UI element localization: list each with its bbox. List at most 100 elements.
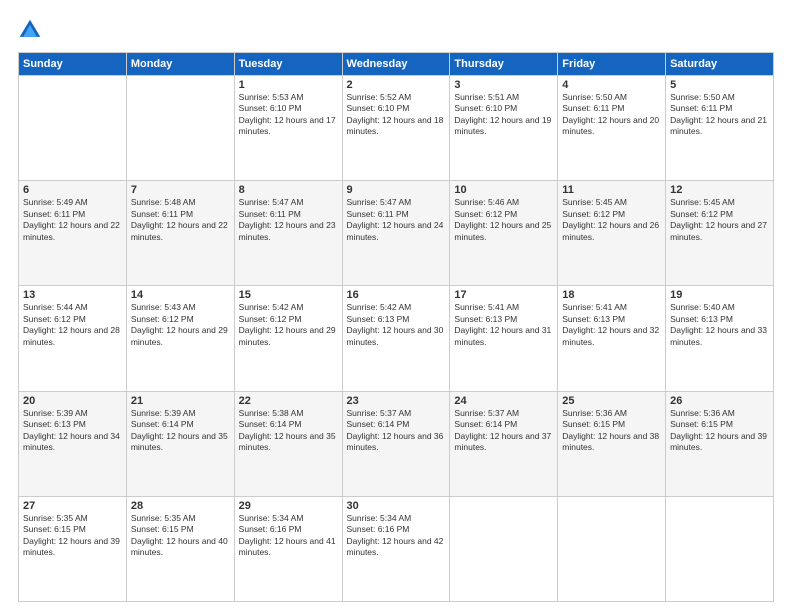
header [18, 18, 774, 42]
calendar-cell: 18Sunrise: 5:41 AMSunset: 6:13 PMDayligh… [558, 286, 666, 391]
calendar-header-row: SundayMondayTuesdayWednesdayThursdayFrid… [19, 53, 774, 76]
day-info: Sunrise: 5:34 AMSunset: 6:16 PMDaylight:… [347, 513, 446, 559]
day-of-week-header: Monday [126, 53, 234, 76]
day-info: Sunrise: 5:36 AMSunset: 6:15 PMDaylight:… [562, 408, 661, 454]
day-info: Sunrise: 5:42 AMSunset: 6:12 PMDaylight:… [239, 302, 338, 348]
calendar-cell: 14Sunrise: 5:43 AMSunset: 6:12 PMDayligh… [126, 286, 234, 391]
day-info: Sunrise: 5:37 AMSunset: 6:14 PMDaylight:… [454, 408, 553, 454]
day-info: Sunrise: 5:47 AMSunset: 6:11 PMDaylight:… [239, 197, 338, 243]
day-info: Sunrise: 5:39 AMSunset: 6:14 PMDaylight:… [131, 408, 230, 454]
day-number: 9 [347, 184, 446, 196]
calendar-cell: 25Sunrise: 5:36 AMSunset: 6:15 PMDayligh… [558, 391, 666, 496]
day-info: Sunrise: 5:42 AMSunset: 6:13 PMDaylight:… [347, 302, 446, 348]
calendar-cell: 17Sunrise: 5:41 AMSunset: 6:13 PMDayligh… [450, 286, 558, 391]
calendar-cell: 13Sunrise: 5:44 AMSunset: 6:12 PMDayligh… [19, 286, 127, 391]
day-info: Sunrise: 5:46 AMSunset: 6:12 PMDaylight:… [454, 197, 553, 243]
day-info: Sunrise: 5:34 AMSunset: 6:16 PMDaylight:… [239, 513, 338, 559]
day-number: 20 [23, 395, 122, 407]
day-info: Sunrise: 5:41 AMSunset: 6:13 PMDaylight:… [454, 302, 553, 348]
calendar-cell: 30Sunrise: 5:34 AMSunset: 6:16 PMDayligh… [342, 496, 450, 601]
day-info: Sunrise: 5:44 AMSunset: 6:12 PMDaylight:… [23, 302, 122, 348]
logo [18, 18, 46, 42]
calendar-cell: 3Sunrise: 5:51 AMSunset: 6:10 PMDaylight… [450, 76, 558, 181]
calendar-cell [666, 496, 774, 601]
calendar-cell [19, 76, 127, 181]
day-number: 5 [670, 79, 769, 91]
day-number: 8 [239, 184, 338, 196]
day-info: Sunrise: 5:47 AMSunset: 6:11 PMDaylight:… [347, 197, 446, 243]
day-number: 3 [454, 79, 553, 91]
calendar-cell: 22Sunrise: 5:38 AMSunset: 6:14 PMDayligh… [234, 391, 342, 496]
day-info: Sunrise: 5:35 AMSunset: 6:15 PMDaylight:… [23, 513, 122, 559]
calendar-cell: 26Sunrise: 5:36 AMSunset: 6:15 PMDayligh… [666, 391, 774, 496]
day-info: Sunrise: 5:53 AMSunset: 6:10 PMDaylight:… [239, 92, 338, 138]
calendar-week-row: 20Sunrise: 5:39 AMSunset: 6:13 PMDayligh… [19, 391, 774, 496]
day-info: Sunrise: 5:41 AMSunset: 6:13 PMDaylight:… [562, 302, 661, 348]
calendar-cell: 4Sunrise: 5:50 AMSunset: 6:11 PMDaylight… [558, 76, 666, 181]
calendar-cell: 7Sunrise: 5:48 AMSunset: 6:11 PMDaylight… [126, 181, 234, 286]
day-number: 19 [670, 289, 769, 301]
day-number: 17 [454, 289, 553, 301]
day-number: 1 [239, 79, 338, 91]
calendar-cell: 23Sunrise: 5:37 AMSunset: 6:14 PMDayligh… [342, 391, 450, 496]
day-info: Sunrise: 5:48 AMSunset: 6:11 PMDaylight:… [131, 197, 230, 243]
logo-icon [18, 18, 42, 42]
day-number: 2 [347, 79, 446, 91]
day-info: Sunrise: 5:40 AMSunset: 6:13 PMDaylight:… [670, 302, 769, 348]
day-number: 15 [239, 289, 338, 301]
calendar-cell: 2Sunrise: 5:52 AMSunset: 6:10 PMDaylight… [342, 76, 450, 181]
day-number: 27 [23, 500, 122, 512]
day-of-week-header: Friday [558, 53, 666, 76]
calendar-cell: 1Sunrise: 5:53 AMSunset: 6:10 PMDaylight… [234, 76, 342, 181]
day-number: 14 [131, 289, 230, 301]
calendar-cell: 19Sunrise: 5:40 AMSunset: 6:13 PMDayligh… [666, 286, 774, 391]
day-of-week-header: Sunday [19, 53, 127, 76]
calendar-cell: 6Sunrise: 5:49 AMSunset: 6:11 PMDaylight… [19, 181, 127, 286]
day-number: 12 [670, 184, 769, 196]
calendar-cell: 29Sunrise: 5:34 AMSunset: 6:16 PMDayligh… [234, 496, 342, 601]
calendar-cell: 10Sunrise: 5:46 AMSunset: 6:12 PMDayligh… [450, 181, 558, 286]
day-info: Sunrise: 5:38 AMSunset: 6:14 PMDaylight:… [239, 408, 338, 454]
day-info: Sunrise: 5:50 AMSunset: 6:11 PMDaylight:… [562, 92, 661, 138]
day-number: 23 [347, 395, 446, 407]
calendar-cell: 15Sunrise: 5:42 AMSunset: 6:12 PMDayligh… [234, 286, 342, 391]
day-info: Sunrise: 5:35 AMSunset: 6:15 PMDaylight:… [131, 513, 230, 559]
day-of-week-header: Tuesday [234, 53, 342, 76]
calendar-cell [450, 496, 558, 601]
day-of-week-header: Wednesday [342, 53, 450, 76]
calendar-cell [126, 76, 234, 181]
day-info: Sunrise: 5:52 AMSunset: 6:10 PMDaylight:… [347, 92, 446, 138]
day-number: 21 [131, 395, 230, 407]
day-number: 22 [239, 395, 338, 407]
calendar-table: SundayMondayTuesdayWednesdayThursdayFrid… [18, 52, 774, 602]
day-number: 30 [347, 500, 446, 512]
calendar-cell: 12Sunrise: 5:45 AMSunset: 6:12 PMDayligh… [666, 181, 774, 286]
day-number: 6 [23, 184, 122, 196]
calendar-cell [558, 496, 666, 601]
calendar-cell: 24Sunrise: 5:37 AMSunset: 6:14 PMDayligh… [450, 391, 558, 496]
day-info: Sunrise: 5:49 AMSunset: 6:11 PMDaylight:… [23, 197, 122, 243]
page: SundayMondayTuesdayWednesdayThursdayFrid… [0, 0, 792, 612]
day-info: Sunrise: 5:36 AMSunset: 6:15 PMDaylight:… [670, 408, 769, 454]
day-number: 7 [131, 184, 230, 196]
day-info: Sunrise: 5:43 AMSunset: 6:12 PMDaylight:… [131, 302, 230, 348]
day-of-week-header: Thursday [450, 53, 558, 76]
calendar-cell: 16Sunrise: 5:42 AMSunset: 6:13 PMDayligh… [342, 286, 450, 391]
day-number: 18 [562, 289, 661, 301]
day-number: 24 [454, 395, 553, 407]
calendar-cell: 9Sunrise: 5:47 AMSunset: 6:11 PMDaylight… [342, 181, 450, 286]
day-info: Sunrise: 5:45 AMSunset: 6:12 PMDaylight:… [670, 197, 769, 243]
calendar-cell: 8Sunrise: 5:47 AMSunset: 6:11 PMDaylight… [234, 181, 342, 286]
calendar-cell: 5Sunrise: 5:50 AMSunset: 6:11 PMDaylight… [666, 76, 774, 181]
day-number: 10 [454, 184, 553, 196]
calendar-week-row: 6Sunrise: 5:49 AMSunset: 6:11 PMDaylight… [19, 181, 774, 286]
day-number: 26 [670, 395, 769, 407]
calendar-cell: 20Sunrise: 5:39 AMSunset: 6:13 PMDayligh… [19, 391, 127, 496]
calendar-cell: 21Sunrise: 5:39 AMSunset: 6:14 PMDayligh… [126, 391, 234, 496]
calendar-cell: 11Sunrise: 5:45 AMSunset: 6:12 PMDayligh… [558, 181, 666, 286]
day-number: 29 [239, 500, 338, 512]
calendar-week-row: 1Sunrise: 5:53 AMSunset: 6:10 PMDaylight… [19, 76, 774, 181]
day-info: Sunrise: 5:51 AMSunset: 6:10 PMDaylight:… [454, 92, 553, 138]
day-info: Sunrise: 5:45 AMSunset: 6:12 PMDaylight:… [562, 197, 661, 243]
day-number: 25 [562, 395, 661, 407]
